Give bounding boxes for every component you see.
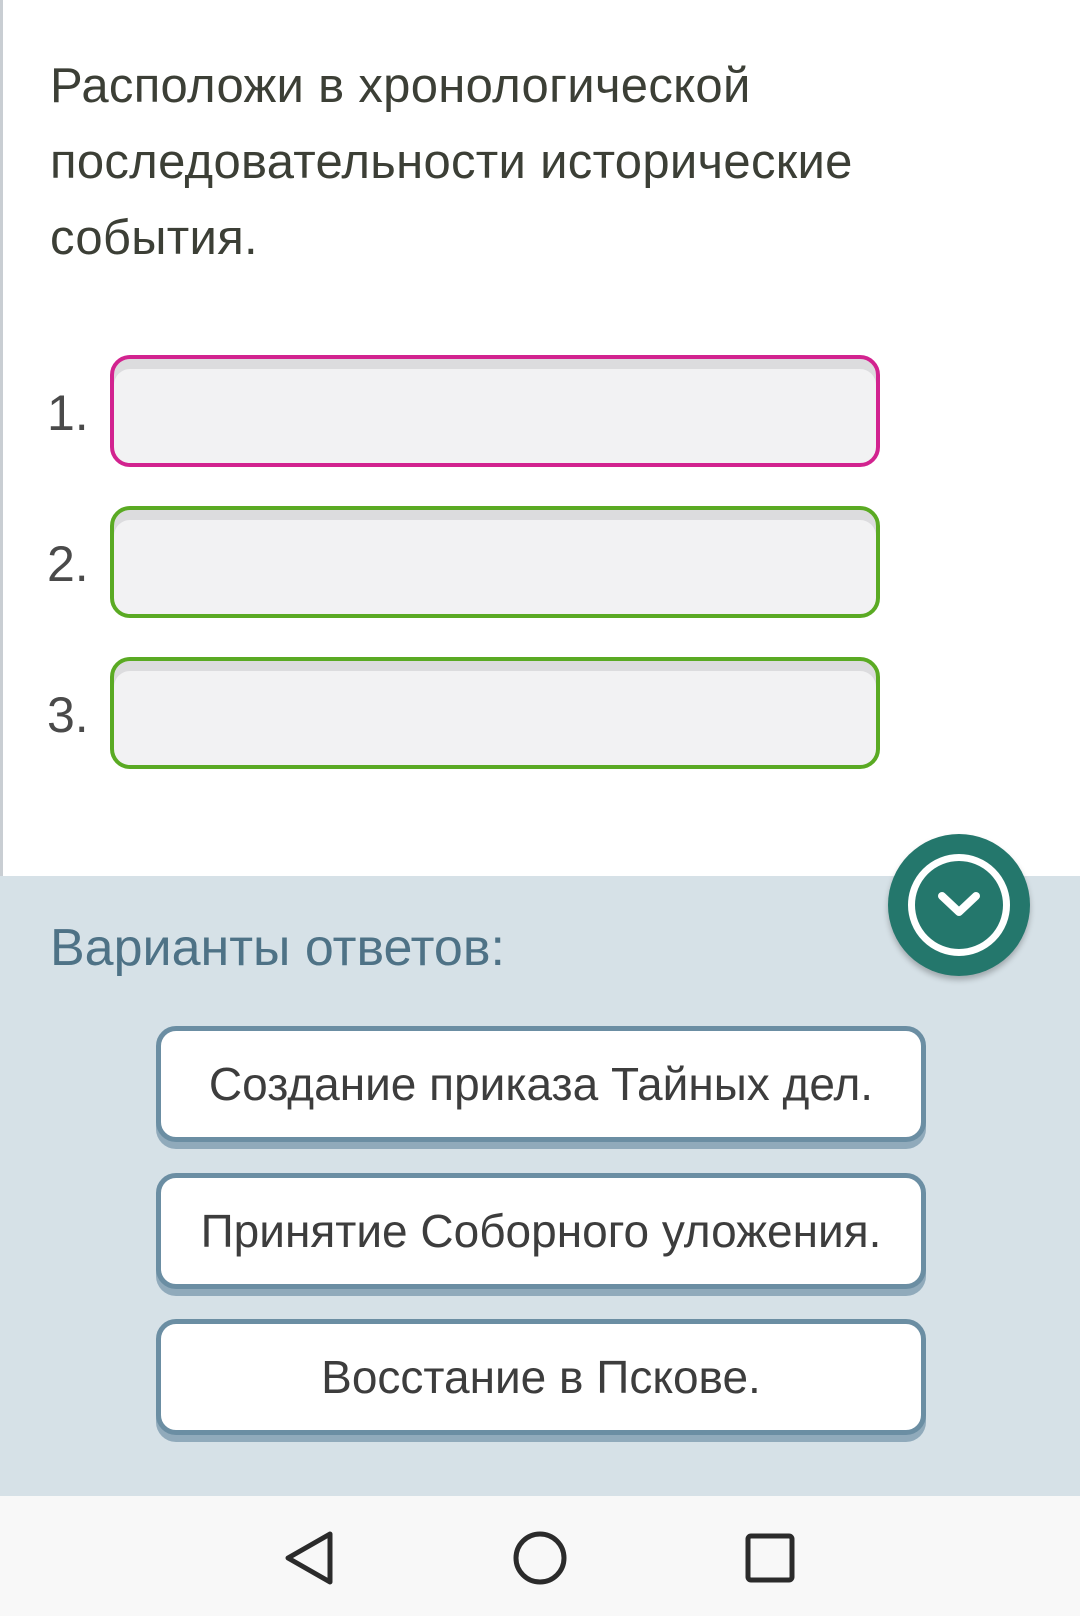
answer-slot-row-3: 3. (0, 657, 1080, 775)
answer-slot-1[interactable] (110, 355, 880, 467)
home-button[interactable] (500, 1518, 580, 1598)
option-label: Создание приказа Тайных дел. (208, 1058, 874, 1110)
back-triangle-icon (285, 1531, 333, 1585)
question-line: Расположи в хронологической (50, 59, 751, 113)
back-button[interactable] (268, 1518, 348, 1598)
answer-slot-3[interactable] (110, 657, 880, 769)
options-title: Варианты ответов: (50, 919, 505, 977)
question-line: последовательности исторические (50, 135, 853, 189)
question-text: Расположи в хронологической последовател… (50, 48, 950, 276)
answer-slot-row-1: 1. (0, 355, 1080, 473)
slot-number: 3. (47, 687, 89, 743)
answer-option[interactable]: Принятие Соборного уложения. (156, 1173, 926, 1289)
option-label: Восстание в Пскове. (321, 1351, 761, 1403)
recents-button[interactable] (730, 1518, 810, 1598)
option-label: Принятие Соборного уложения. (200, 1205, 882, 1257)
collapse-options-button[interactable] (888, 834, 1030, 976)
answer-slot-2[interactable] (110, 506, 880, 618)
answer-options-panel: Варианты ответов: Создание приказа Тайны… (0, 876, 1080, 1496)
recents-square-icon (745, 1533, 795, 1583)
answer-option[interactable]: Создание приказа Тайных дел. (156, 1026, 926, 1142)
system-nav-bar (0, 1496, 1080, 1616)
answer-option[interactable]: Восстание в Пскове. (156, 1319, 926, 1435)
chevron-down-icon (938, 892, 980, 916)
question-line: события. (50, 211, 258, 265)
home-circle-icon (513, 1531, 567, 1585)
slot-number: 2. (47, 536, 89, 592)
slot-number: 1. (47, 385, 89, 441)
chevron-down-circle-icon (908, 854, 1010, 956)
answer-slot-row-2: 2. (0, 506, 1080, 624)
